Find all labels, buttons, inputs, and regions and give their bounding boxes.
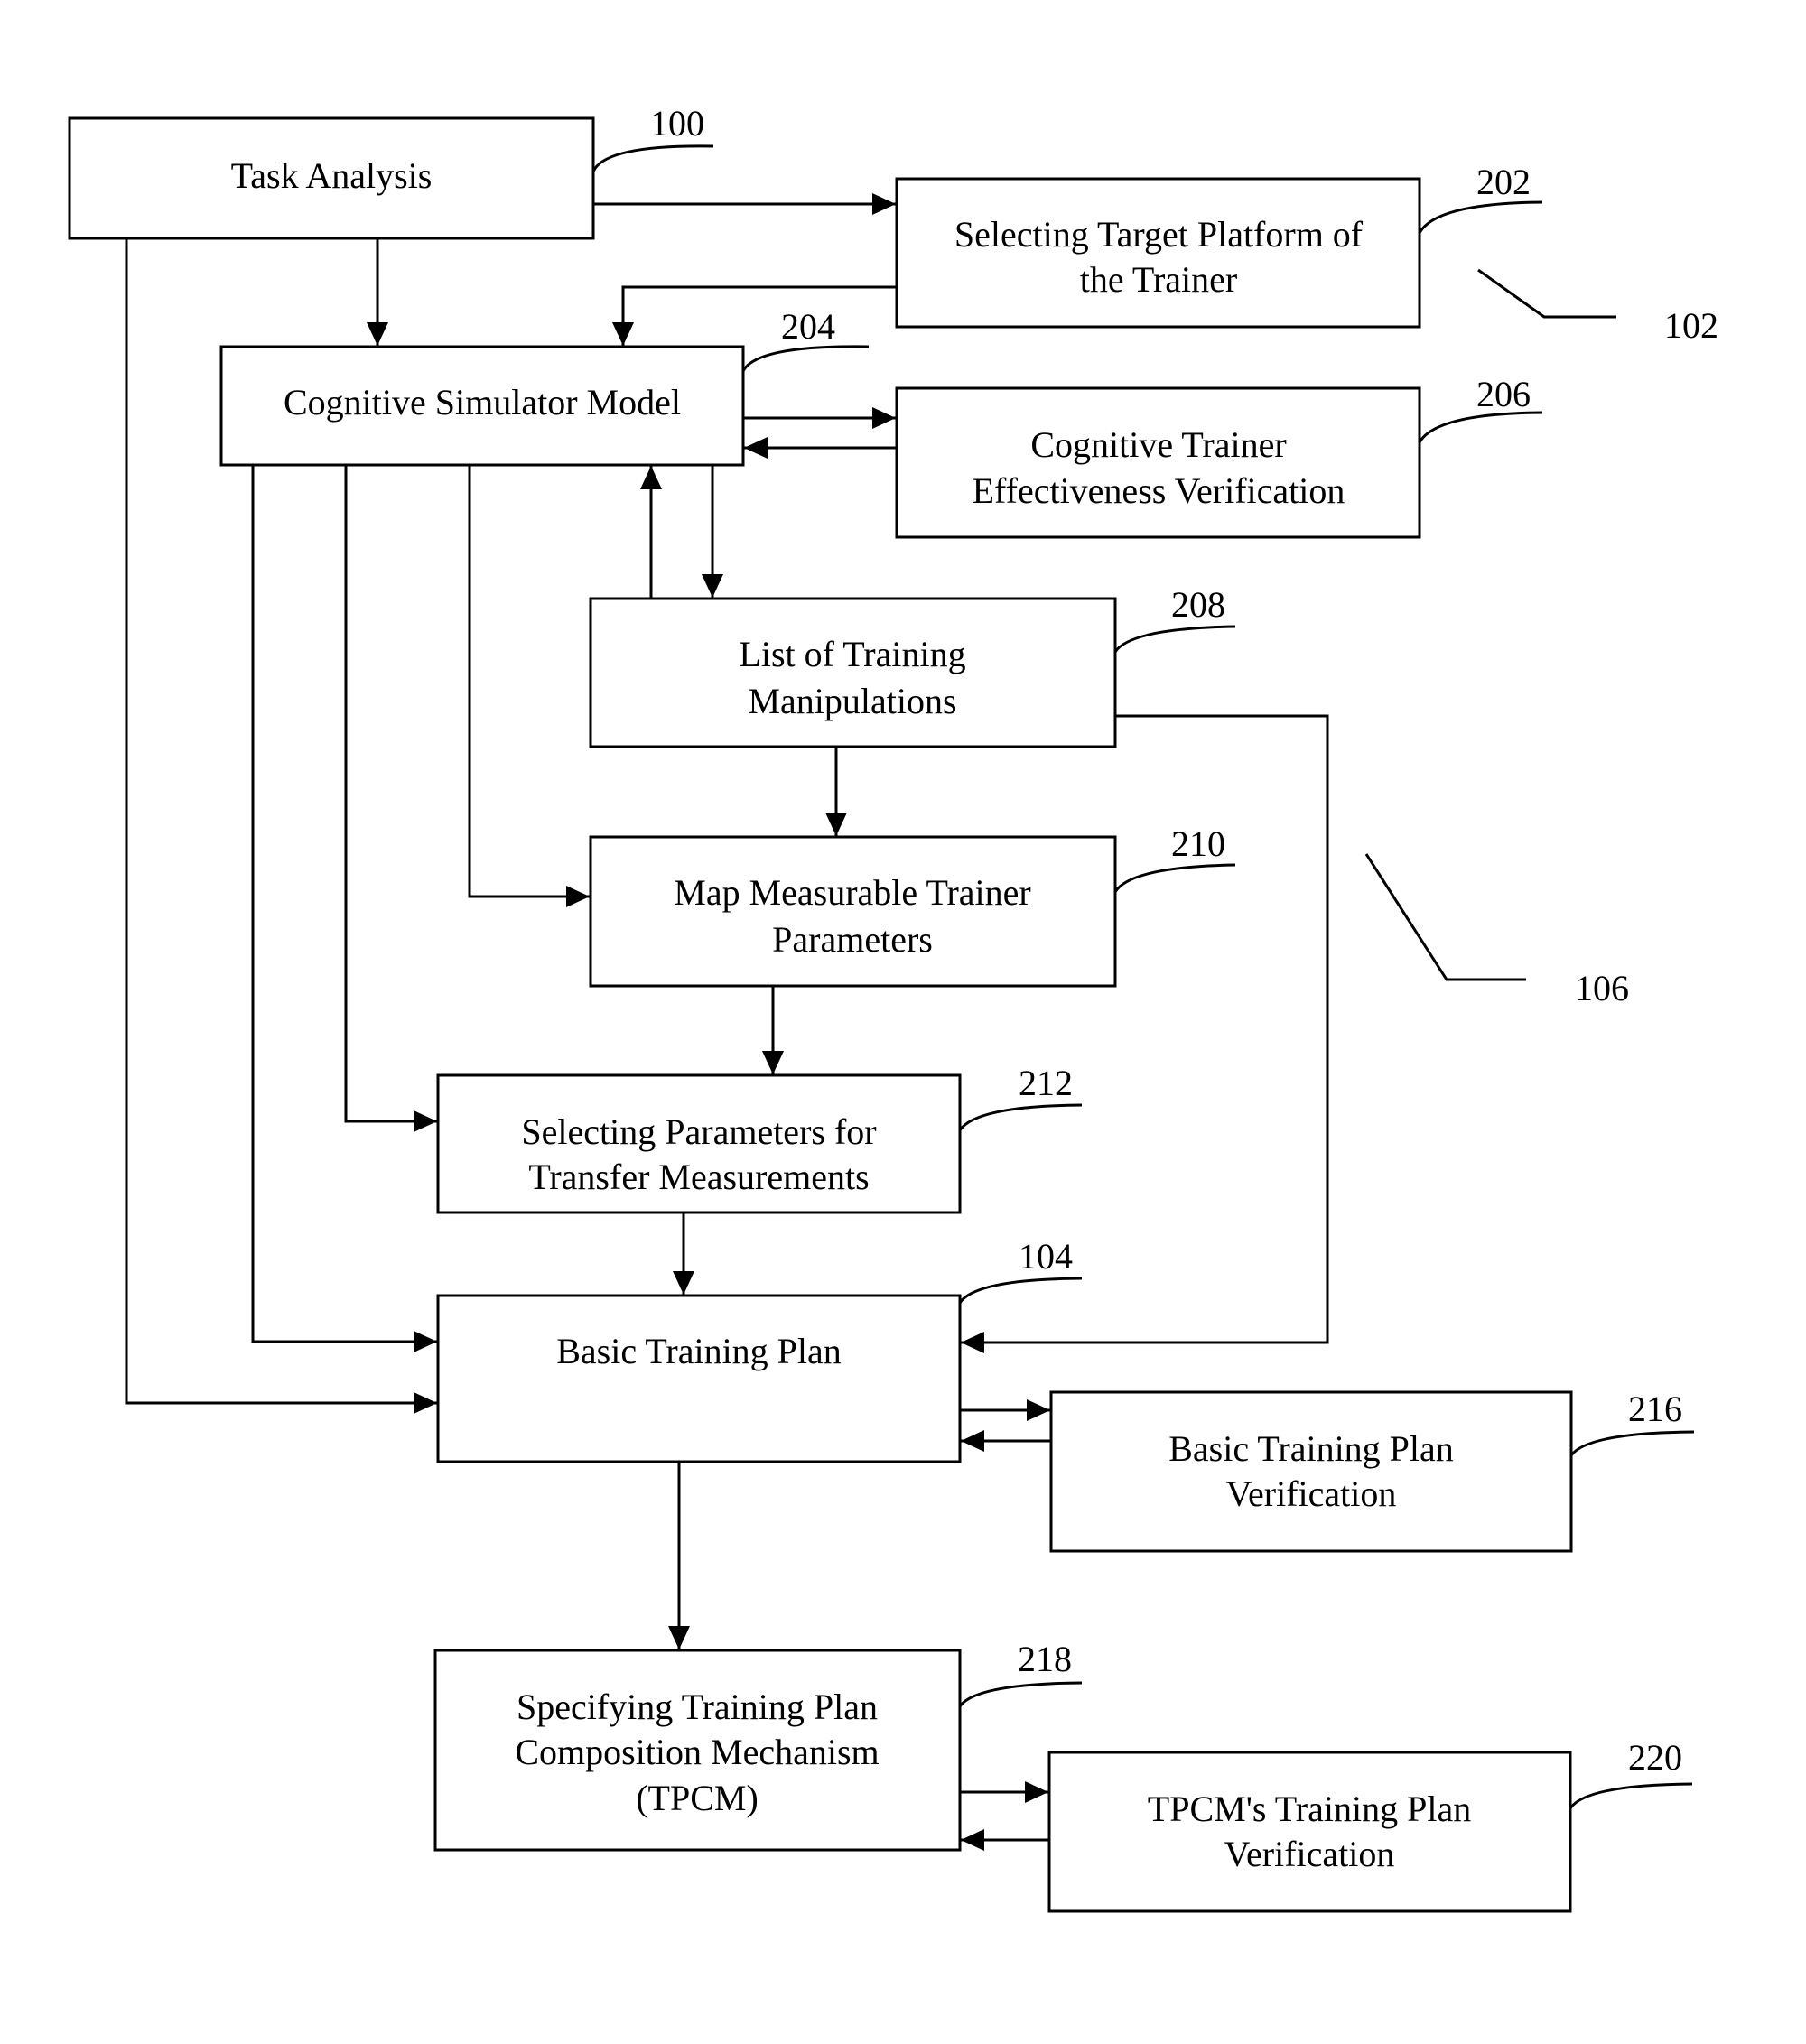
leader-line	[958, 1277, 1083, 1304]
node-label: Selecting Target Platform of	[954, 214, 1364, 255]
ref-202: 202	[1476, 162, 1531, 202]
arrowhead-icon	[414, 1392, 437, 1414]
ref-208: 208	[1171, 584, 1225, 625]
ref-218: 218	[1018, 1639, 1072, 1679]
node-label: Transfer Measurements	[528, 1157, 869, 1197]
node-mmtp: Map Measurable Trainer Parameters	[589, 835, 1117, 988]
ref-220: 220	[1628, 1737, 1682, 1778]
group-leader-line	[1477, 268, 1616, 319]
arrowhead-icon	[744, 437, 768, 459]
arrowhead-icon	[640, 466, 662, 489]
leader-line	[1113, 863, 1236, 893]
node-csm: Cognitive Simulator Model	[219, 345, 745, 467]
arrowhead-icon	[872, 193, 896, 215]
node-box	[436, 1294, 962, 1463]
node-label: the Trainer	[1080, 259, 1237, 300]
node-label: (TPCM)	[636, 1778, 759, 1818]
connector-edge	[621, 285, 897, 346]
arrowhead-icon	[612, 322, 634, 346]
leader-line	[1418, 411, 1543, 443]
node-label: List of Training	[739, 634, 965, 674]
group-leader-line	[1364, 853, 1526, 981]
node-label: Selecting Parameters for	[521, 1111, 876, 1152]
ref-216: 216	[1628, 1389, 1682, 1429]
leader-line	[741, 345, 870, 372]
arrowhead-icon	[961, 1430, 984, 1452]
node-btpv: Basic Training Plan Verification	[1049, 1390, 1573, 1553]
arrowhead-icon	[1027, 1399, 1050, 1421]
node-label: Composition Mechanism	[515, 1732, 879, 1772]
arrowhead-icon	[566, 886, 590, 907]
connector-edge	[961, 714, 1329, 1344]
arrowhead-icon	[872, 407, 896, 429]
node-label: Map Measurable Trainer	[674, 872, 1030, 913]
node-platform: Selecting Target Platform of the Trainer	[895, 177, 1421, 329]
node-label: Manipulations	[748, 681, 956, 721]
leader-line	[1113, 625, 1236, 653]
node-tpcm: Specifying Training Plan Composition Mec…	[433, 1649, 962, 1852]
arrowhead-icon	[673, 1271, 694, 1295]
ref-100: 100	[650, 103, 704, 144]
ref-102: 102	[1664, 305, 1718, 346]
arrowhead-icon	[414, 1331, 437, 1352]
arrowhead-icon	[825, 813, 847, 836]
node-ltm: List of Training Manipulations	[589, 597, 1117, 748]
node-label: Cognitive Trainer	[1030, 424, 1286, 465]
connector-edge	[468, 465, 590, 898]
node-sptm: Selecting Parameters for Transfer Measur…	[436, 1073, 962, 1214]
ref-206: 206	[1476, 374, 1531, 414]
arrowhead-icon	[414, 1110, 437, 1132]
node-box	[1049, 1390, 1573, 1553]
ref-212: 212	[1019, 1063, 1073, 1103]
leader-line	[958, 1681, 1083, 1707]
flowchart: Task Analysis Selecting Target Platform …	[68, 103, 1718, 1913]
ref-204: 204	[781, 306, 835, 347]
node-label: Effectiveness Verification	[973, 470, 1345, 511]
node-label: Basic Training Plan	[556, 1331, 842, 1371]
arrowhead-icon	[961, 1332, 984, 1353]
leader-line	[1418, 200, 1543, 234]
node-label: Parameters	[772, 919, 933, 960]
leader-line	[1569, 1430, 1695, 1456]
ref-210: 210	[1171, 823, 1225, 864]
node-label: Cognitive Simulator Model	[284, 382, 681, 423]
arrowhead-icon	[668, 1626, 690, 1649]
arrowhead-icon	[702, 574, 723, 598]
leader-line	[958, 1103, 1083, 1131]
arrowhead-icon	[762, 1051, 784, 1074]
node-label: Basic Training Plan	[1168, 1428, 1454, 1469]
node-label: Verification	[1226, 1473, 1397, 1514]
leader-line	[1569, 1782, 1693, 1809]
node-label: Verification	[1224, 1834, 1395, 1874]
node-tpcmv: TPCM's Training Plan Verification	[1047, 1751, 1572, 1913]
arrowhead-icon	[1025, 1781, 1048, 1803]
node-box	[1047, 1751, 1572, 1913]
ref-104: 104	[1019, 1236, 1073, 1277]
node-label: Specifying Training Plan	[517, 1686, 878, 1727]
node-btp: Basic Training Plan	[436, 1294, 962, 1463]
arrowhead-icon	[961, 1829, 984, 1851]
node-label: Task Analysis	[231, 155, 433, 196]
node-label: TPCM's Training Plan	[1148, 1788, 1471, 1829]
leader-line	[591, 144, 714, 172]
node-task: Task Analysis	[68, 116, 595, 240]
arrowhead-icon	[367, 322, 388, 346]
node-ctev: Cognitive Trainer Effectiveness Verifica…	[895, 386, 1421, 539]
connector-edge	[344, 465, 437, 1123]
ref-106: 106	[1575, 968, 1629, 1008]
